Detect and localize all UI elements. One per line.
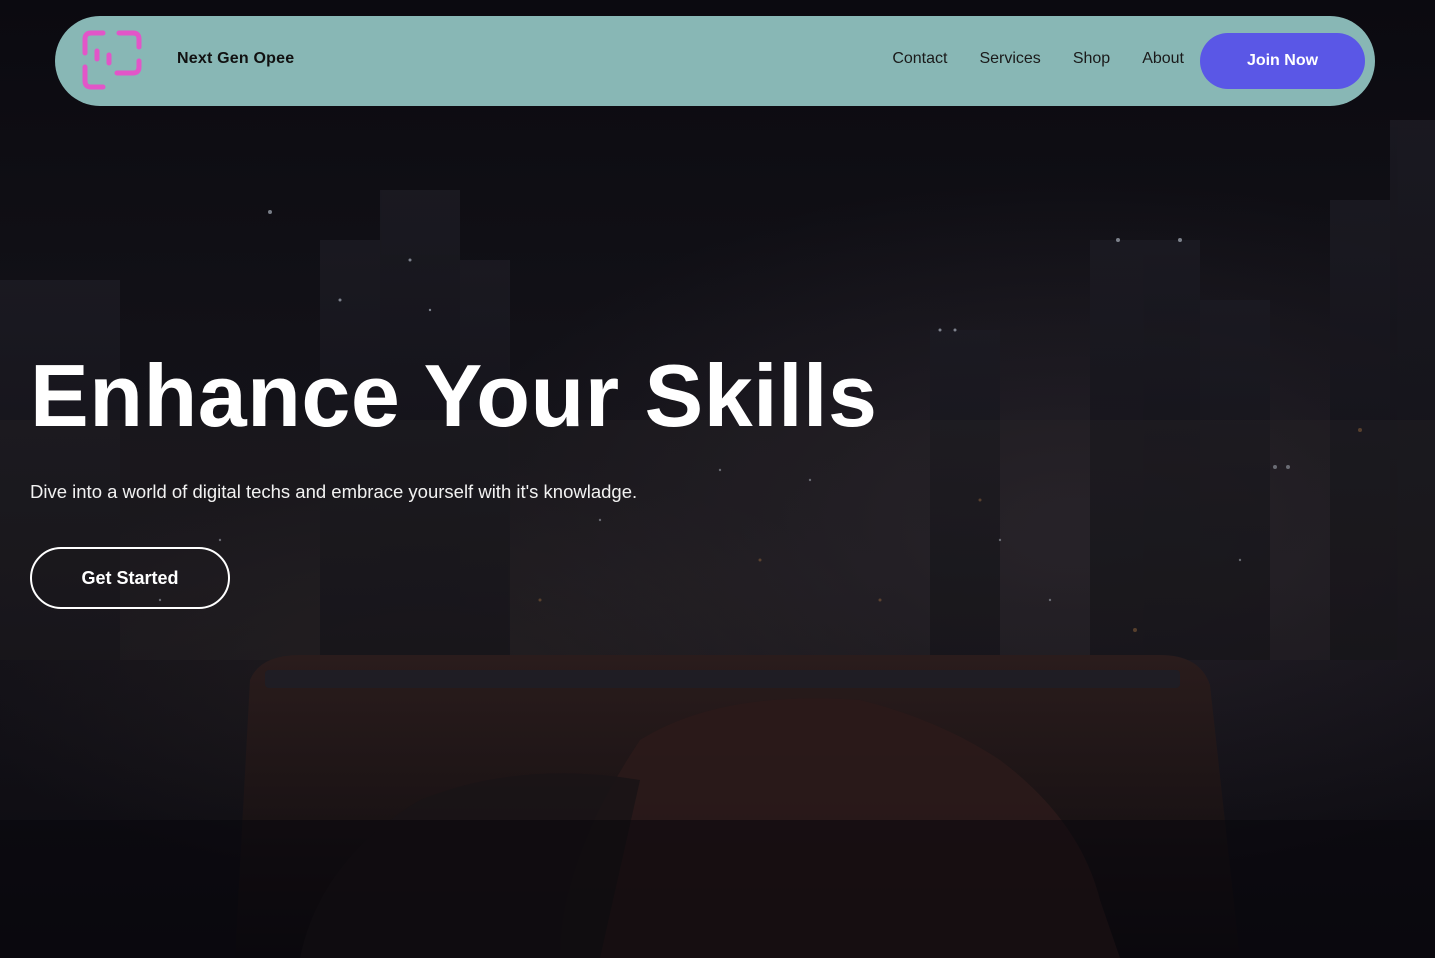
get-started-button[interactable]: Get Started xyxy=(30,547,230,609)
landing-page: Next Gen Opee Contact Services Shop Abou… xyxy=(0,0,1435,958)
nav-link-about[interactable]: About xyxy=(1142,50,1184,68)
frame-corners-icon[interactable] xyxy=(81,29,145,93)
join-now-button[interactable]: Join Now xyxy=(1200,33,1365,89)
nav-link-services[interactable]: Services xyxy=(979,50,1040,68)
brand-name[interactable]: Next Gen Opee xyxy=(177,50,294,68)
night-city-background xyxy=(0,120,1435,958)
nav-link-shop[interactable]: Shop xyxy=(1073,50,1110,68)
nav-links: Contact Services Shop About xyxy=(860,50,1184,68)
nav-link-contact[interactable]: Contact xyxy=(892,50,947,68)
hero-title: Enhance Your Skills xyxy=(30,346,878,445)
hero-subtitle: Dive into a world of digital techs and e… xyxy=(30,481,638,502)
top-navbar: Next Gen Opee Contact Services Shop Abou… xyxy=(55,16,1375,106)
